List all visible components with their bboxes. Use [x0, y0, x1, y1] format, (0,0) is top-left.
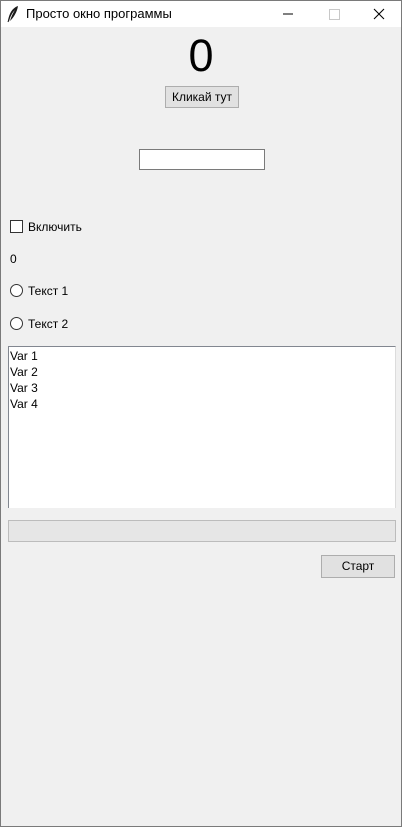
list-item[interactable]: Var 1	[9, 348, 395, 364]
feather-icon	[6, 5, 20, 23]
radio-button-2[interactable]	[10, 317, 23, 330]
enable-checkbox-label[interactable]: Включить	[28, 219, 82, 235]
start-button[interactable]: Старт	[321, 555, 395, 578]
maximize-icon	[329, 9, 340, 20]
text-entry[interactable]	[139, 149, 265, 170]
list-item[interactable]: Var 3	[9, 380, 395, 396]
close-button[interactable]	[356, 1, 401, 27]
radio-label-2[interactable]: Текст 2	[28, 316, 68, 332]
minimize-button[interactable]	[265, 1, 311, 27]
counter-label: 0	[188, 30, 214, 81]
window-title: Просто окно программы	[26, 6, 172, 21]
list-item[interactable]: Var 2	[9, 364, 395, 380]
close-icon	[373, 8, 385, 20]
enable-checkbox[interactable]	[10, 220, 23, 233]
title-bar[interactable]: Просто окно программы	[1, 1, 401, 27]
window-content: 0 Кликай тут Включить 0 Текст 1 Текст 2 …	[1, 27, 401, 826]
radio-label-1[interactable]: Текст 1	[28, 283, 68, 299]
click-button[interactable]: Кликай тут	[165, 86, 239, 108]
minimize-icon	[283, 13, 293, 15]
list-item[interactable]: Var 4	[9, 396, 395, 412]
value-label: 0	[10, 252, 17, 266]
progress-bar	[8, 520, 396, 542]
listbox[interactable]: Var 1 Var 2 Var 3 Var 4	[8, 346, 396, 508]
radio-button-1[interactable]	[10, 284, 23, 297]
maximize-button[interactable]	[311, 1, 357, 27]
app-window: Просто окно программы 0 Кликай тут Включ…	[0, 0, 402, 827]
